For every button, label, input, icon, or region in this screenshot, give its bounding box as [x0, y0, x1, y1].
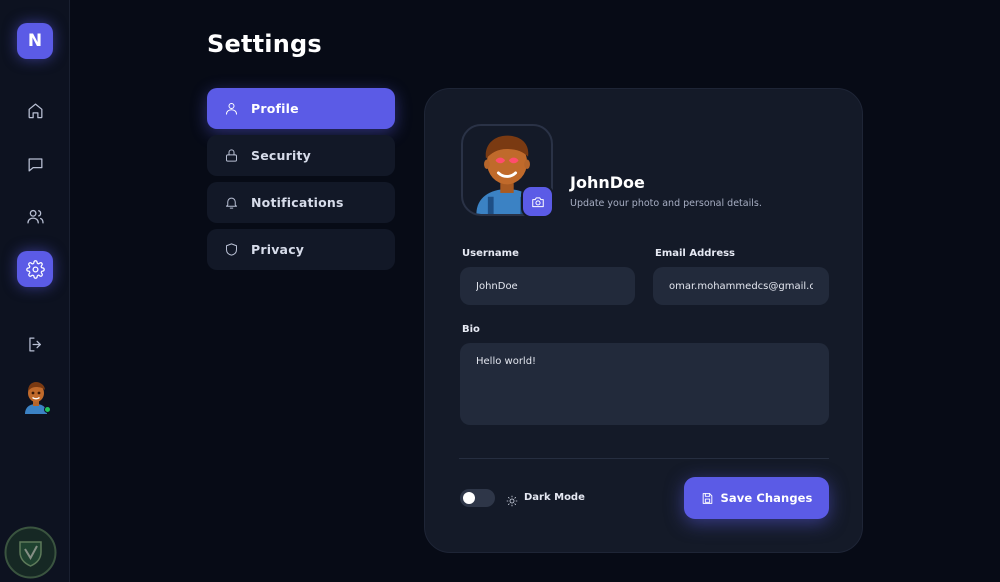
bio-field[interactable]: Hello world!: [460, 343, 829, 425]
watermark-seal: [4, 526, 57, 579]
camera-icon: [531, 196, 544, 207]
page-title: Settings: [207, 30, 322, 58]
change-photo-button[interactable]: [521, 185, 554, 218]
settings-icon: [25, 259, 45, 279]
bell-icon: [226, 197, 237, 209]
sun-icon: [506, 492, 518, 507]
home-icon: [28, 103, 42, 118]
shield-icon: [226, 243, 237, 256]
lock-icon: [226, 149, 237, 162]
save-button-label: Save Changes: [720, 491, 813, 505]
save-changes-button[interactable]: Save Changes: [684, 477, 829, 519]
users-icon: [26, 209, 44, 223]
divider: [459, 458, 829, 459]
menu-item-label: Profile: [251, 101, 299, 116]
toggle-knob: [463, 492, 475, 504]
menu-item-notifications[interactable]: Notifications: [207, 182, 395, 223]
menu-item-label: Notifications: [251, 195, 344, 210]
logout-button[interactable]: [17, 326, 53, 362]
logo-letter: N: [27, 31, 43, 51]
users-button[interactable]: [17, 198, 53, 234]
sidebar: N: [0, 0, 70, 582]
username-field[interactable]: [460, 267, 635, 305]
username-label: Username: [462, 248, 519, 259]
email-label: Email Address: [655, 248, 736, 259]
messages-button[interactable]: [17, 146, 53, 182]
bio-label: Bio: [462, 324, 480, 335]
logout-icon: [28, 337, 41, 351]
menu-item-profile[interactable]: Profile: [207, 88, 395, 129]
chat-icon: [28, 157, 42, 171]
settings-button[interactable]: [17, 251, 53, 287]
menu-item-label: Privacy: [251, 242, 305, 257]
profile-subtitle: Update your photo and personal details.: [570, 198, 762, 209]
menu-item-security[interactable]: Security: [207, 135, 395, 176]
app-logo[interactable]: N: [17, 23, 53, 59]
home-button[interactable]: [17, 92, 53, 128]
save-icon: [702, 492, 712, 504]
user-icon: [226, 103, 237, 115]
online-status-dot: [44, 406, 51, 413]
dark-mode-label: Dark Mode: [524, 492, 585, 503]
profile-card: JohnDoe Update your photo and personal d…: [424, 88, 863, 553]
email-field[interactable]: [653, 267, 829, 305]
menu-item-privacy[interactable]: Privacy: [207, 229, 395, 270]
profile-name: JohnDoe: [570, 173, 645, 192]
menu-item-label: Security: [251, 148, 311, 163]
dark-mode-toggle[interactable]: [460, 489, 495, 507]
